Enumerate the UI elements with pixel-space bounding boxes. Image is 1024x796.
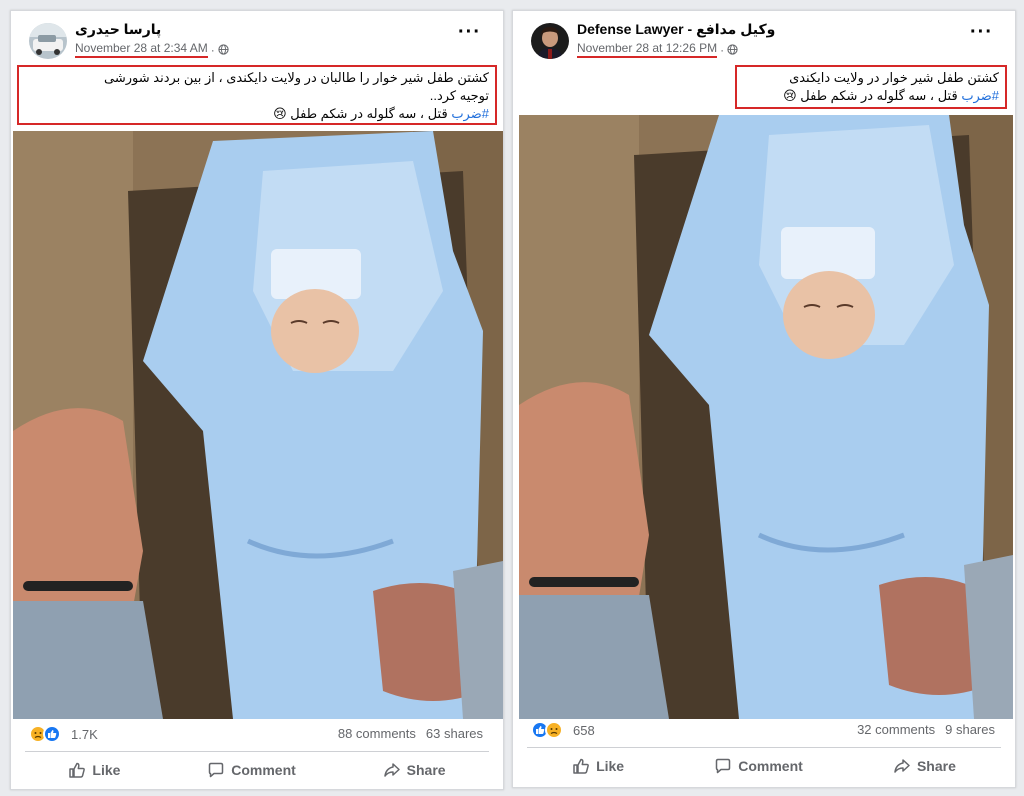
like-react-icon: [43, 725, 61, 743]
avatar-car-image: [29, 23, 67, 59]
engagement-counts: 88 comments 63 shares: [338, 726, 483, 741]
avatar-portrait-image: [531, 23, 569, 59]
share-arrow-icon: [383, 762, 400, 777]
facebook-post: Defense Lawyer - وکیل مدافع November 28 …: [512, 10, 1016, 788]
comment-label: Comment: [738, 757, 803, 774]
comment-bubble-icon: [209, 762, 224, 777]
post-timestamp[interactable]: November 28 at 2:34 AM: [75, 41, 208, 58]
meta-separator: ·: [720, 42, 725, 57]
share-button[interactable]: Share: [879, 751, 970, 781]
shares-count[interactable]: 9 shares: [945, 722, 995, 737]
comment-button[interactable]: Comment: [700, 751, 817, 781]
avatar[interactable]: [29, 23, 67, 59]
comment-button[interactable]: Comment: [193, 755, 310, 785]
post-stats: 658 32 comments 9 shares: [513, 719, 1015, 743]
post-caption-highlight: کشتن طفل شیر خوار را طالبان در ولایت دای…: [17, 65, 497, 125]
post-header: Defense Lawyer - وکیل مدافع November 28 …: [513, 11, 1015, 63]
photo-shrouded-infant-in-grave: [519, 115, 1013, 719]
caption-tail: قتل ، سه گلوله در شکم طفل 😢: [273, 106, 452, 121]
caption-line: کشتن طفل شیر خوار در ولایت دایکندی: [789, 70, 999, 85]
share-label: Share: [916, 757, 956, 774]
post-author-name[interactable]: پارسا حیدری: [75, 21, 161, 38]
caption-line: توجیه کرد..: [429, 88, 489, 103]
post-stats: 1.7K 88 comments 63 shares: [11, 723, 503, 747]
post-header: پارسا حیدری November 28 at 2:34 AM · ···: [11, 11, 503, 63]
post-photo[interactable]: [13, 131, 503, 719]
more-options-icon[interactable]: ···: [970, 22, 993, 42]
globe-icon: [727, 44, 738, 55]
thumbs-up-icon: [573, 758, 589, 774]
post-timestamp[interactable]: November 28 at 12:26 PM: [577, 41, 718, 58]
more-options-icon[interactable]: ···: [458, 22, 481, 42]
reaction-count: 1.7K: [71, 726, 98, 742]
caption-tail: قتل ، سه گلوله در شکم طفل 😢: [783, 88, 962, 103]
caption-hashtag-line: #ضرب قتل ، سه گلوله در شکم طفل 😢: [25, 105, 489, 123]
post-photo[interactable]: [519, 115, 1013, 719]
post-meta: November 28 at 12:26 PM ·: [577, 41, 738, 58]
share-arrow-icon: [894, 758, 910, 773]
sad-react-icon: [545, 721, 563, 739]
post-action-bar: Like Comment Share: [25, 751, 489, 787]
post-caption-highlight: کشتن طفل شیر خوار در ولایت دایکندی #ضرب …: [735, 65, 1007, 109]
hashtag-link[interactable]: #ضرب: [961, 88, 999, 103]
hashtag-link[interactable]: #ضرب: [451, 106, 489, 121]
like-button[interactable]: Like: [558, 751, 638, 781]
like-label: Like: [596, 757, 625, 774]
screenshot-canvas: پارسا حیدری November 28 at 2:34 AM · ···…: [0, 0, 1024, 796]
meta-separator: ·: [210, 42, 215, 57]
comment-bubble-icon: [716, 758, 731, 773]
reaction-count: 658: [573, 722, 595, 738]
comments-count[interactable]: 88 comments: [338, 726, 416, 741]
photo-shrouded-infant-in-grave: [13, 131, 503, 719]
shares-count[interactable]: 63 shares: [426, 726, 483, 741]
facebook-post: پارسا حیدری November 28 at 2:34 AM · ···…: [10, 10, 504, 790]
caption-line: کشتن طفل شیر خوار را طالبان در ولایت دای…: [104, 70, 489, 85]
like-label: Like: [92, 761, 121, 778]
share-label: Share: [406, 761, 446, 778]
thumbs-up-icon: [69, 762, 86, 778]
avatar[interactable]: [531, 23, 569, 59]
globe-icon: [218, 44, 229, 55]
like-button[interactable]: Like: [54, 755, 134, 785]
comment-label: Comment: [231, 761, 296, 778]
reaction-summary[interactable]: 1.7K: [29, 725, 98, 743]
caption-hashtag-line: #ضرب قتل ، سه گلوله در شکم طفل 😢: [743, 87, 999, 105]
reaction-summary[interactable]: 658: [531, 721, 595, 739]
post-author-name[interactable]: Defense Lawyer - وکیل مدافع: [577, 21, 775, 38]
comments-count[interactable]: 32 comments: [857, 722, 935, 737]
post-meta: November 28 at 2:34 AM ·: [75, 41, 229, 58]
engagement-counts: 32 comments 9 shares: [857, 722, 995, 737]
share-button[interactable]: Share: [369, 755, 460, 785]
post-action-bar: Like Comment Share: [527, 747, 1001, 783]
